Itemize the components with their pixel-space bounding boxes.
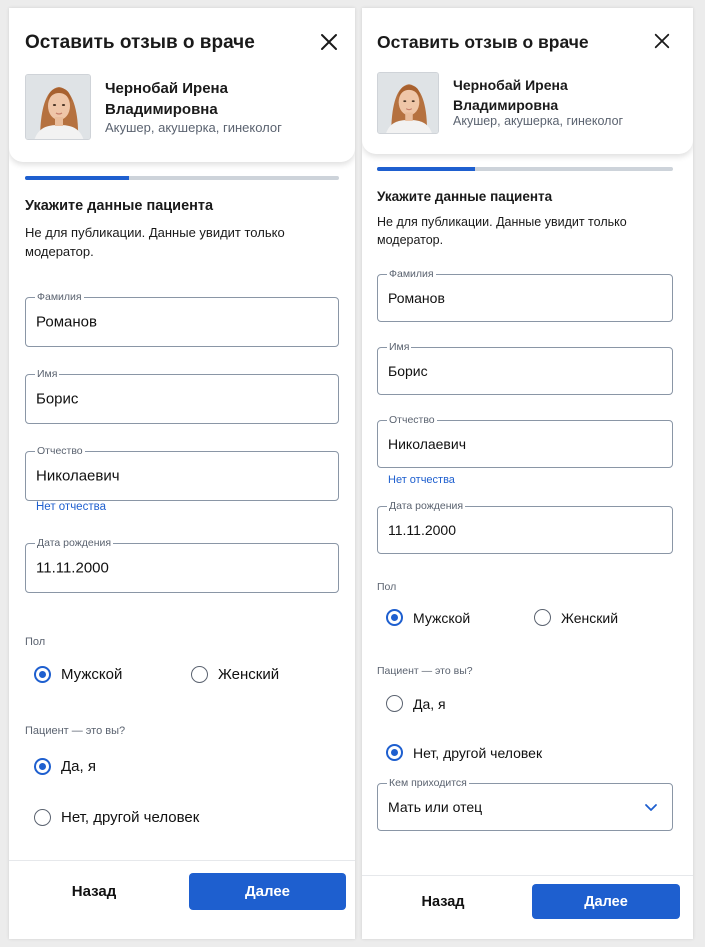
doctor-avatar — [25, 74, 91, 140]
relation-select[interactable]: Кем приходится Мать или отец — [377, 777, 673, 831]
review-dialog-step-right: Оставить отзыв о враче Чернобай Ирена Вл… — [362, 8, 693, 939]
field-label: Фамилия — [35, 291, 84, 303]
field-value: 11.11.2000 — [36, 559, 109, 577]
field-label: Дата рождения — [35, 537, 114, 549]
doctor-name: Чернобай Ирена Владимировна — [105, 80, 228, 118]
section-title: Укажите данные пациента — [377, 189, 553, 204]
dialog-title: Оставить отзыв о враче — [377, 32, 589, 52]
no-patronymic-link[interactable]: Нет отчества — [36, 501, 106, 513]
last-name-field[interactable]: Фамилия Романов — [377, 268, 673, 322]
field-label: Дата рождения — [387, 500, 466, 512]
doctor-specialty: Акушер, акушерка, гинеколог — [105, 120, 282, 135]
radio-label: Да, я — [413, 695, 446, 712]
field-label: Отчество — [387, 414, 437, 426]
step-progress-bar — [377, 167, 673, 171]
radio-label: Мужской — [413, 609, 471, 626]
radio-label: Да, я — [61, 758, 96, 775]
field-label: Имя — [387, 341, 412, 353]
radio-dot — [386, 744, 403, 761]
radio-label: Женский — [561, 609, 619, 626]
radio-dot — [386, 609, 403, 626]
is-patient-label: Пациент — это вы? — [25, 725, 126, 737]
field-value: Романов — [36, 313, 97, 331]
field-label: Фамилия — [387, 268, 436, 280]
field-label: Кем приходится — [387, 777, 469, 789]
patronymic-field[interactable]: Отчество Николаевич — [25, 445, 339, 501]
section-note: Не для публикации. Данные увидит только … — [25, 225, 285, 259]
close-icon[interactable] — [319, 32, 339, 52]
is-patient-yes-radio[interactable]: Да, я — [386, 695, 446, 712]
step-progress-bar — [25, 176, 339, 180]
dialog-title: Оставить отзыв о враче — [25, 32, 255, 53]
field-value: Николаевич — [36, 467, 120, 485]
field-label: Отчество — [35, 445, 85, 457]
field-value: Борис — [36, 390, 79, 408]
radio-dot — [386, 695, 403, 712]
radio-label: Нет, другой человек — [61, 809, 200, 826]
doctor-name: Чернобай Ирена Владимировна — [453, 77, 568, 113]
back-button[interactable]: Назад — [377, 885, 509, 919]
gender-label: Пол — [25, 636, 46, 648]
next-button[interactable]: Далее — [189, 873, 346, 910]
is-patient-yes-radio[interactable]: Да, я — [34, 758, 96, 775]
first-name-field[interactable]: Имя Борис — [377, 341, 673, 395]
section-note: Не для публикации. Данные увидит только … — [377, 215, 627, 248]
radio-dot — [534, 609, 551, 626]
back-button[interactable]: Назад — [29, 873, 159, 909]
doctor-avatar — [377, 72, 439, 134]
field-value: Николаевич — [388, 436, 466, 452]
gender-female-radio[interactable]: Женский — [191, 666, 279, 683]
radio-label: Нет, другой человек — [413, 744, 543, 761]
doctor-photo — [26, 75, 90, 139]
close-icon[interactable] — [653, 32, 671, 50]
progress-fill — [25, 176, 129, 180]
gender-male-radio[interactable]: Мужской — [34, 666, 122, 683]
field-value: Борис — [388, 363, 428, 379]
birth-date-field[interactable]: Дата рождения 11.11.2000 — [377, 500, 673, 554]
first-name-field[interactable]: Имя Борис — [25, 368, 339, 424]
review-dialog-step-left: Оставить отзыв о враче Чернобай Ирена Вл… — [9, 8, 355, 939]
progress-fill — [377, 167, 475, 171]
gender-label: Пол — [377, 581, 397, 593]
chevron-down-icon — [644, 800, 658, 814]
radio-label: Женский — [218, 666, 280, 683]
gender-female-radio[interactable]: Женский — [534, 609, 618, 626]
field-value: Мать или отец — [388, 799, 483, 815]
is-patient-no-radio[interactable]: Нет, другой человек — [386, 744, 542, 761]
field-value: Романов — [388, 290, 445, 306]
doctor-photo — [378, 73, 438, 133]
radio-dot — [34, 666, 51, 683]
is-patient-label: Пациент — это вы? — [377, 665, 473, 677]
no-patronymic-link[interactable]: Нет отчества — [388, 474, 455, 486]
patronymic-field[interactable]: Отчество Николаевич — [377, 414, 673, 468]
radio-label: Мужской — [61, 666, 123, 683]
is-patient-no-radio[interactable]: Нет, другой человек — [34, 809, 199, 826]
field-value: 11.11.2000 — [388, 522, 456, 538]
radio-dot — [34, 809, 51, 826]
last-name-field[interactable]: Фамилия Романов — [25, 291, 339, 347]
section-title: Укажите данные пациента — [25, 198, 214, 214]
birth-date-field[interactable]: Дата рождения 11.11.2000 — [25, 537, 339, 593]
next-button[interactable]: Далее — [532, 884, 680, 919]
radio-dot — [191, 666, 208, 683]
radio-dot — [34, 758, 51, 775]
doctor-specialty: Акушер, акушерка, гинеколог — [453, 114, 624, 128]
field-label: Имя — [35, 368, 60, 380]
gender-male-radio[interactable]: Мужской — [386, 609, 470, 626]
